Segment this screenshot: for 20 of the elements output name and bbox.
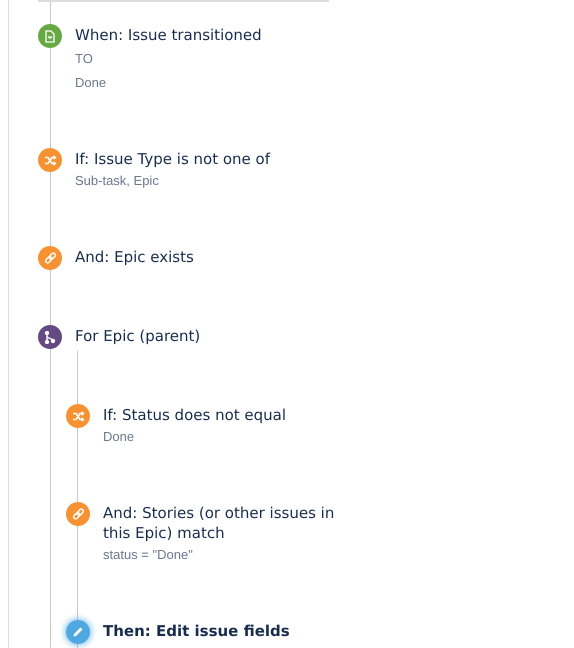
document-icon: [44, 30, 56, 42]
link-icon: [72, 508, 84, 520]
link-icon: [44, 252, 56, 264]
step-title: Then: Edit issue fields: [103, 621, 291, 641]
step-title: And: Epic exists: [75, 247, 195, 267]
step-title: When: Issue transitioned: [75, 25, 263, 45]
shuffle-icon: [44, 154, 56, 166]
step-detail: status = "Done": [103, 546, 194, 564]
step-title: And: Stories (or other issues in this Epic) match: [103, 503, 336, 543]
step-detail: Done: [103, 428, 136, 446]
shuffle-icon: [72, 410, 84, 422]
step-title: If: Issue Type is not one of: [75, 149, 272, 169]
step-title: For Epic (parent): [75, 326, 202, 346]
step-title: If: Status does not equal: [103, 405, 288, 425]
step-detail: Done: [75, 74, 108, 92]
pencil-icon: [72, 626, 84, 638]
step-detail: Sub-task, Epic: [75, 172, 160, 190]
branch-icon: [44, 330, 56, 344]
step-detail: TO: [75, 50, 94, 68]
step-badge[interactable]: [38, 325, 62, 349]
